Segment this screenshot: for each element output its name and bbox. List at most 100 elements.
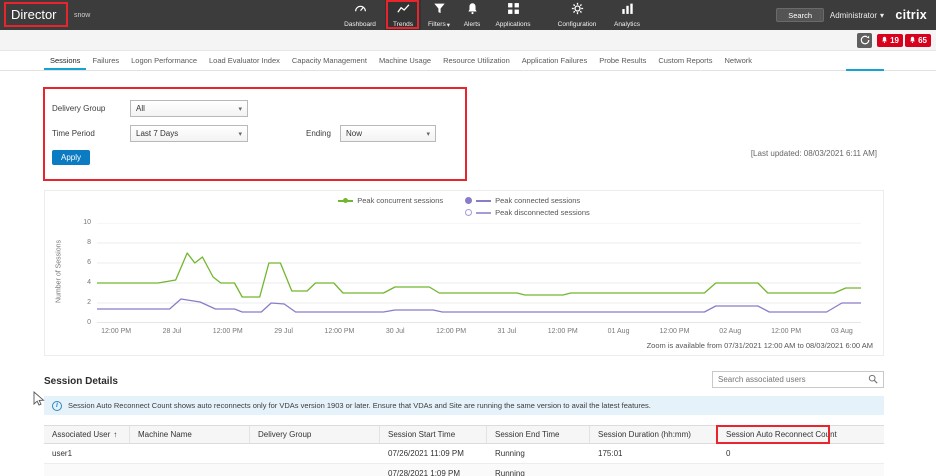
- nav-item-applications[interactable]: Applications: [487, 0, 539, 30]
- trends-tab-bar: Sessions Failures Logon Performance Load…: [0, 51, 936, 71]
- nav-item-label: Alerts: [464, 21, 481, 28]
- y-tick: 10: [59, 219, 91, 226]
- filters-icon: [433, 2, 446, 20]
- tab-probe-results[interactable]: Probe Results: [593, 51, 652, 70]
- tab-application-failures[interactable]: Application Failures: [516, 51, 593, 70]
- nav-item-label: Configuration: [558, 21, 597, 28]
- column-session-auto-reconnect-count[interactable]: Session Auto Reconnect Count: [718, 426, 884, 443]
- magnifier-icon: [868, 371, 878, 389]
- x-tick: 12:00 PM: [771, 328, 801, 335]
- zoom-availability-note: Zoom is available from 07/31/2021 12:00 …: [647, 341, 873, 350]
- session-details-table: Associated User ↑ Machine Name Delivery …: [44, 425, 884, 476]
- ending-label: Ending: [306, 129, 331, 138]
- trends-icon: [397, 2, 410, 20]
- caret-down-icon: ▾: [238, 105, 242, 113]
- nav-item-dashboard[interactable]: Dashboard: [335, 0, 385, 30]
- legend-peak-concurrent: Peak concurrent sessions: [338, 196, 443, 205]
- table-header-row: Associated User ↑ Machine Name Delivery …: [44, 425, 884, 444]
- warning-alerts-badge[interactable]: 65: [905, 34, 931, 47]
- tab-sessions[interactable]: Sessions: [44, 51, 86, 70]
- nav-item-label: Filters▾: [428, 21, 450, 29]
- gear-icon: [571, 2, 584, 20]
- alerts-bell-icon: [466, 2, 479, 20]
- associated-users-search: [712, 371, 884, 388]
- column-session-duration[interactable]: Session Duration (hh:mm): [590, 426, 718, 443]
- nav-item-filters[interactable]: Filters▾: [421, 0, 457, 30]
- x-tick: 02 Aug: [719, 328, 741, 335]
- badge-count: 65: [918, 36, 927, 45]
- y-axis-label: Number of Sessions: [56, 222, 63, 322]
- cell-session-start-time: 07/28/2021 1:09 PM: [380, 469, 487, 476]
- column-session-end-time[interactable]: Session End Time: [487, 426, 590, 443]
- tab-bar-right-indicator: [846, 69, 884, 71]
- tab-capacity-management[interactable]: Capacity Management: [286, 51, 373, 70]
- radio-peak-connected[interactable]: [465, 197, 472, 204]
- dashboard-icon: [354, 2, 367, 20]
- refresh-button[interactable]: [857, 33, 872, 48]
- table-row[interactable]: 07/28/2021 1:09 PM Running: [44, 464, 884, 476]
- nav-item-label: Analytics: [614, 21, 640, 28]
- column-session-start-time[interactable]: Session Start Time: [380, 426, 487, 443]
- delivery-group-select[interactable]: All ▾: [130, 100, 248, 117]
- analytics-bars-icon: [621, 2, 634, 20]
- sessions-chart-card: Peak concurrent sessions Peak connected …: [44, 190, 884, 356]
- ending-select[interactable]: Now ▾: [340, 125, 436, 142]
- badge-count: 19: [890, 36, 899, 45]
- tab-resource-utilization[interactable]: Resource Utilization: [437, 51, 516, 70]
- citrix-director-app: Director snow Dashboard Trends Filters▾: [0, 0, 936, 476]
- time-period-select[interactable]: Last 7 Days ▾: [130, 125, 248, 142]
- x-tick: 12:00 PM: [659, 328, 689, 335]
- nav-item-label: Dashboard: [344, 21, 376, 28]
- y-tick: 6: [59, 259, 91, 266]
- filter-panel: Delivery Group All ▾ Time Period Last 7 …: [44, 88, 466, 180]
- legend-peak-connected: Peak connected sessions: [465, 196, 590, 205]
- x-tick: 12:00 PM: [324, 328, 354, 335]
- tab-machine-usage[interactable]: Machine Usage: [373, 51, 437, 70]
- column-associated-user[interactable]: Associated User ↑: [44, 426, 130, 443]
- ending-value: Now: [346, 129, 362, 138]
- top-bar: Director snow Dashboard Trends Filters▾: [0, 0, 936, 30]
- bell-icon: [881, 36, 888, 46]
- tab-failures[interactable]: Failures: [86, 51, 125, 70]
- y-tick: 4: [59, 279, 91, 286]
- cell-session-duration: 175:01: [590, 449, 718, 458]
- tab-network[interactable]: Network: [719, 51, 759, 70]
- line-marker-icon: [338, 198, 353, 204]
- y-tick: 2: [59, 299, 91, 306]
- table-row[interactable]: user1 07/26/2021 11:09 PM Running 175:01…: [44, 444, 884, 464]
- cell-session-end-time: Running: [487, 449, 590, 458]
- director-logo: Director: [11, 7, 57, 22]
- apply-button[interactable]: Apply: [52, 150, 90, 165]
- nav-item-analytics[interactable]: Analytics: [605, 0, 649, 30]
- caret-down-icon: ▾: [426, 130, 430, 138]
- x-tick: 30 Jul: [386, 328, 405, 335]
- radio-peak-disconnected[interactable]: [465, 209, 472, 216]
- y-tick: 0: [59, 319, 91, 326]
- tab-load-evaluator-index[interactable]: Load Evaluator Index: [203, 51, 286, 70]
- tab-custom-reports[interactable]: Custom Reports: [652, 51, 718, 70]
- critical-alerts-badge[interactable]: 19: [877, 34, 903, 47]
- sort-ascending-icon: ↑: [113, 430, 117, 439]
- nav-item-alerts[interactable]: Alerts: [457, 0, 487, 30]
- caret-down-icon: ▾: [238, 130, 242, 138]
- cell-associated-user: user1: [44, 449, 130, 458]
- site-name: snow: [74, 12, 90, 19]
- search-button[interactable]: Search: [776, 8, 824, 22]
- cell-session-auto-reconnect-count: 0: [718, 449, 884, 458]
- column-delivery-group[interactable]: Delivery Group: [250, 426, 380, 443]
- utility-bar: 19 65: [0, 30, 936, 51]
- administrator-menu[interactable]: Administrator ▾: [820, 9, 884, 21]
- caret-down-icon: ▾: [880, 11, 884, 20]
- nav-item-configuration[interactable]: Configuration: [549, 0, 605, 30]
- search-associated-users-input[interactable]: [718, 375, 864, 384]
- x-tick: 12:00 PM: [436, 328, 466, 335]
- x-tick: 03 Aug: [831, 328, 853, 335]
- tab-logon-performance[interactable]: Logon Performance: [125, 51, 203, 70]
- time-period-label: Time Period: [52, 129, 95, 138]
- column-machine-name[interactable]: Machine Name: [130, 426, 250, 443]
- citrix-logo: citrix: [895, 8, 927, 22]
- caret-down-icon: ▾: [447, 21, 450, 29]
- info-icon: i: [52, 401, 62, 411]
- nav-item-trends[interactable]: Trends: [385, 0, 421, 30]
- x-tick: 12:00 PM: [213, 328, 243, 335]
